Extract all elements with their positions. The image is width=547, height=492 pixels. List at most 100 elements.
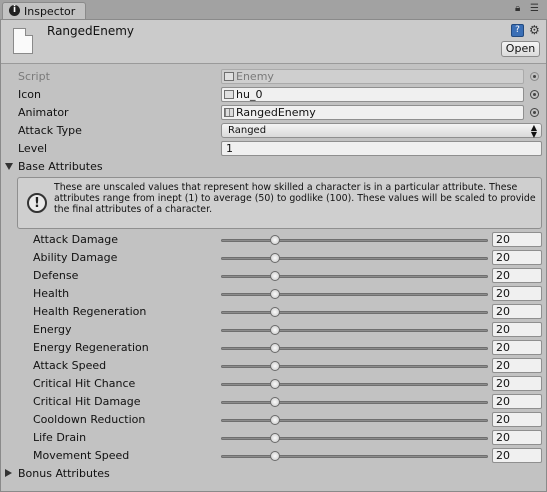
object-name: RangedEnemy — [47, 24, 135, 38]
attribute-slider-track[interactable] — [221, 293, 488, 296]
tab-menu-icon[interactable]: ☰ — [530, 3, 539, 14]
attribute-value-field[interactable]: 20 — [492, 412, 542, 427]
attribute-value-field[interactable]: 20 — [492, 286, 542, 301]
open-button[interactable]: Open — [501, 41, 540, 57]
attribute-slider-thumb[interactable] — [270, 325, 280, 335]
attribute-slider-thumb[interactable] — [270, 451, 280, 461]
icon-label: Icon — [18, 88, 41, 101]
attribute-row: Defense 20 — [1, 267, 546, 285]
attribute-label: Critical Hit Damage — [33, 395, 141, 408]
help-text: These are unscaled values that represent… — [54, 182, 536, 215]
attribute-row: Critical Hit Chance 20 — [1, 375, 546, 393]
attribute-row: Cooldown Reduction 20 — [1, 411, 546, 429]
attribute-label: Cooldown Reduction — [33, 413, 146, 426]
attribute-value-field[interactable]: 20 — [492, 358, 542, 373]
attribute-row: Attack Damage 20 — [1, 231, 546, 249]
attribute-slider-thumb[interactable] — [270, 361, 280, 371]
attribute-value-field[interactable]: 20 — [492, 322, 542, 337]
attribute-slider-thumb[interactable] — [270, 253, 280, 263]
asset-file-icon — [13, 28, 33, 54]
attribute-value-field[interactable]: 20 — [492, 430, 542, 445]
attribute-row: Energy 20 — [1, 321, 546, 339]
attribute-slider-track[interactable] — [221, 365, 488, 368]
base-attributes-label: Base Attributes — [18, 160, 103, 173]
foldout-expanded-icon[interactable] — [5, 163, 13, 170]
bonus-attributes-foldout[interactable]: Bonus Attributes — [1, 465, 546, 483]
attribute-slider-thumb[interactable] — [270, 415, 280, 425]
attribute-label: Energy Regeneration — [33, 341, 149, 354]
info-icon: i — [9, 5, 20, 16]
attribute-slider-track[interactable] — [221, 257, 488, 260]
attack-type-label: Attack Type — [18, 124, 82, 137]
attack-type-row: Attack Type Ranged ▲ ▼ — [1, 122, 546, 140]
attribute-label: Energy — [33, 323, 72, 336]
attribute-slider-track[interactable] — [221, 311, 488, 314]
attribute-row: Ability Damage 20 — [1, 249, 546, 267]
attribute-slider-thumb[interactable] — [270, 235, 280, 245]
dropdown-arrows-icon: ▲ ▼ — [530, 123, 537, 139]
attribute-label: Attack Speed — [33, 359, 107, 372]
attribute-row: Energy Regeneration 20 — [1, 339, 546, 357]
attribute-value-field[interactable]: 20 — [492, 268, 542, 283]
attribute-slider-thumb[interactable] — [270, 343, 280, 353]
attribute-row: Attack Speed 20 — [1, 357, 546, 375]
attribute-value-field[interactable]: 20 — [492, 394, 542, 409]
attribute-slider-thumb[interactable] — [270, 379, 280, 389]
attribute-value-field[interactable]: 20 — [492, 340, 542, 355]
attribute-slider-track[interactable] — [221, 329, 488, 332]
animator-controller-icon — [224, 108, 234, 117]
attack-type-value: Ranged — [228, 125, 267, 136]
script-value: Enemy — [236, 70, 274, 83]
attribute-slider-track[interactable] — [221, 455, 488, 458]
attribute-row: Health 20 — [1, 285, 546, 303]
attribute-slider-thumb[interactable] — [270, 271, 280, 281]
attribute-value-field[interactable]: 20 — [492, 448, 542, 463]
animator-value: RangedEnemy — [236, 106, 316, 119]
object-picker-icon — [530, 72, 539, 81]
attribute-slider-track[interactable] — [221, 383, 488, 386]
attribute-label: Attack Damage — [33, 233, 119, 246]
attribute-label: Life Drain — [33, 431, 87, 444]
attribute-label: Movement Speed — [33, 449, 130, 462]
attribute-slider-track[interactable] — [221, 239, 488, 242]
attribute-slider-track[interactable] — [221, 437, 488, 440]
lock-icon[interactable]: 🔒︎ — [515, 3, 520, 14]
attribute-value-field[interactable]: 20 — [492, 304, 542, 319]
animator-field[interactable]: RangedEnemy — [221, 105, 524, 120]
object-picker-icon[interactable] — [530, 90, 539, 99]
attribute-value-field[interactable]: 20 — [492, 250, 542, 265]
script-row: Script Enemy — [1, 68, 546, 86]
attack-type-dropdown[interactable]: Ranged ▲ ▼ — [221, 123, 542, 139]
icon-field[interactable]: hu_0 — [221, 87, 524, 102]
exclamation-icon: ! — [27, 193, 47, 213]
icon-value: hu_0 — [236, 88, 263, 101]
attribute-slider-track[interactable] — [221, 275, 488, 278]
attribute-slider-thumb[interactable] — [270, 397, 280, 407]
attribute-slider-track[interactable] — [221, 401, 488, 404]
attribute-slider-thumb[interactable] — [270, 289, 280, 299]
attribute-row: Critical Hit Damage 20 — [1, 393, 546, 411]
attribute-label: Health — [33, 287, 70, 300]
attribute-value-field[interactable]: 20 — [492, 232, 542, 247]
attribute-label: Ability Damage — [33, 251, 118, 264]
tab-label: Inspector — [24, 5, 76, 18]
inspector-panel: RangedEnemy ? ⚙ Open Script Enemy Icon h… — [0, 19, 547, 492]
foldout-collapsed-icon[interactable] — [5, 469, 12, 477]
gear-icon[interactable]: ⚙ — [529, 23, 540, 37]
help-book-icon[interactable]: ? — [511, 24, 524, 37]
animator-label: Animator — [18, 106, 69, 119]
object-picker-icon[interactable] — [530, 108, 539, 117]
attribute-slider-thumb[interactable] — [270, 307, 280, 317]
attribute-value-field[interactable]: 20 — [492, 376, 542, 391]
attribute-slider-track[interactable] — [221, 419, 488, 422]
attribute-slider-track[interactable] — [221, 347, 488, 350]
icon-row: Icon hu_0 — [1, 86, 546, 104]
level-field[interactable]: 1 — [221, 141, 542, 156]
attribute-row: Health Regeneration 20 — [1, 303, 546, 321]
base-attributes-foldout[interactable]: Base Attributes — [1, 158, 546, 176]
animator-row: Animator RangedEnemy — [1, 104, 546, 122]
tab-inspector[interactable]: i Inspector — [2, 2, 86, 19]
attribute-slider-thumb[interactable] — [270, 433, 280, 443]
bonus-attributes-label: Bonus Attributes — [18, 467, 110, 480]
attribute-label: Defense — [33, 269, 79, 282]
